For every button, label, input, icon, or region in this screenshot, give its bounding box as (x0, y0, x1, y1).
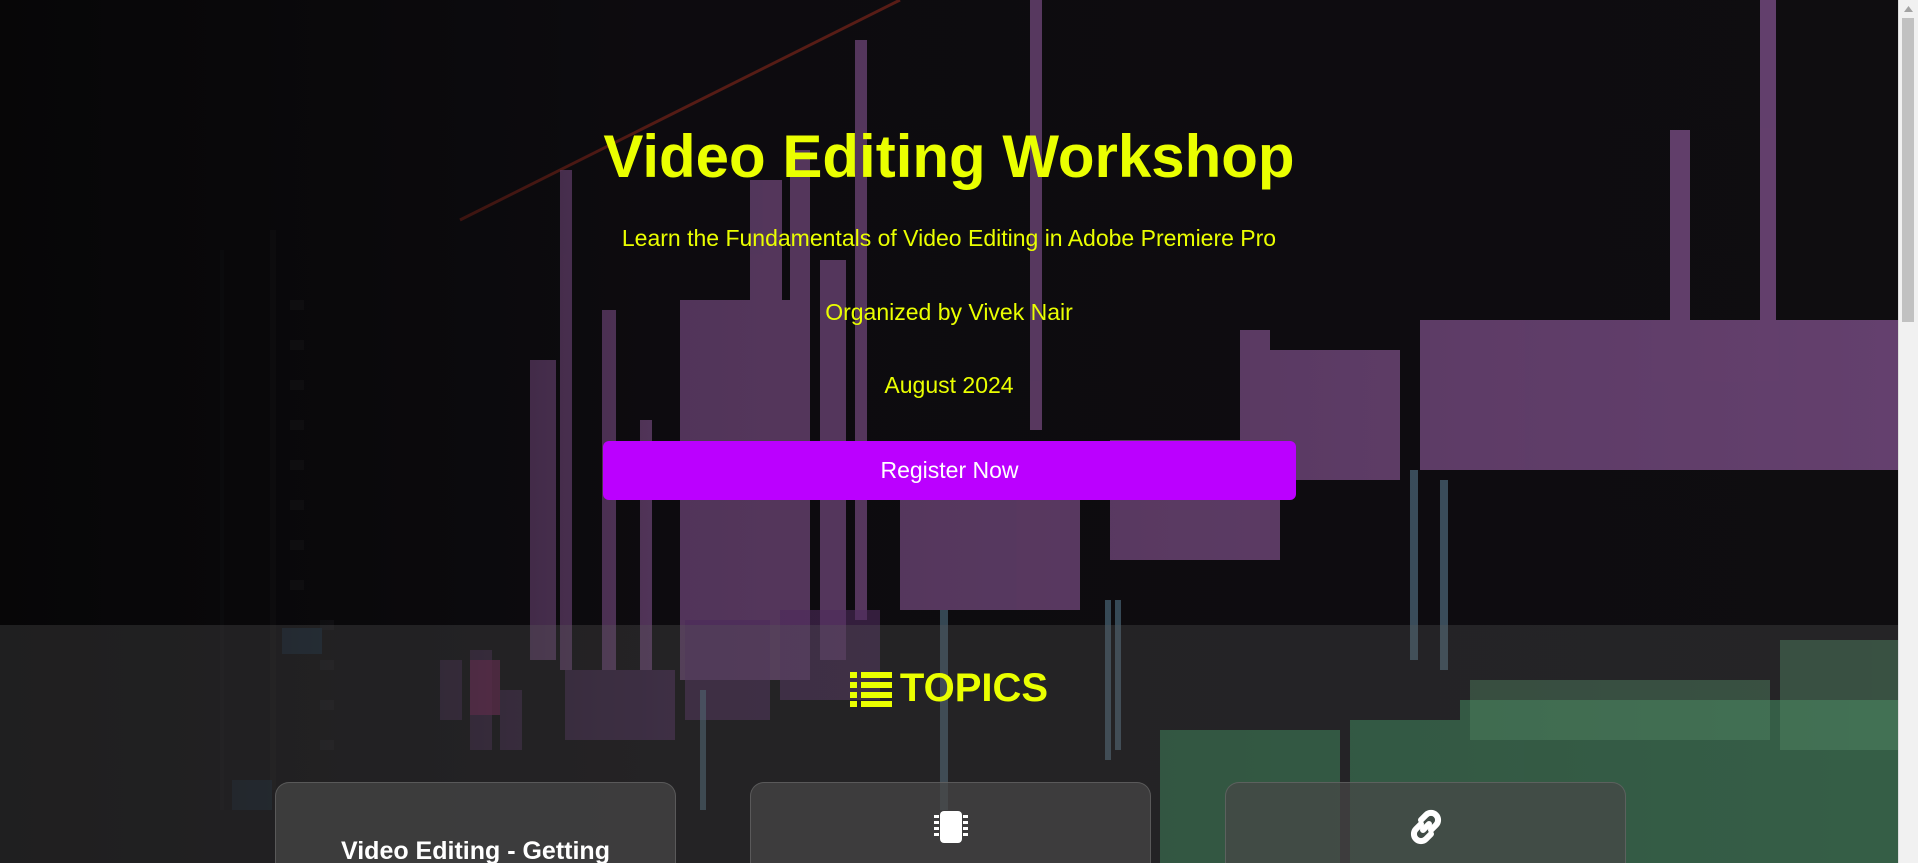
scroll-up-arrow-icon[interactable] (1898, 0, 1918, 17)
topic-card[interactable] (1225, 782, 1626, 863)
hero-section: Video Editing Workshop Learn the Fundame… (0, 0, 1898, 625)
topic-card-title: Video Editing - Getting (341, 837, 610, 863)
organizer-text: Organized by Vivek Nair (825, 299, 1073, 325)
topics-heading: TOPICS (0, 666, 1898, 711)
link-icon (1410, 809, 1441, 845)
scrollbar-thumb[interactable] (1902, 18, 1914, 322)
page: Video Editing Workshop Learn the Fundame… (0, 0, 1898, 863)
topic-card[interactable] (750, 782, 1151, 863)
register-button[interactable]: Register Now (603, 441, 1296, 500)
topic-card[interactable]: Video Editing - Getting (275, 782, 676, 863)
list-icon (849, 671, 892, 707)
event-date: August 2024 (884, 372, 1014, 398)
hero-subtitle: Learn the Fundamentals of Video Editing … (621, 225, 1277, 251)
chip-icon (933, 811, 968, 843)
topics-heading-label: TOPICS (899, 666, 1049, 710)
page-title: Video Editing Workshop (603, 123, 1295, 190)
